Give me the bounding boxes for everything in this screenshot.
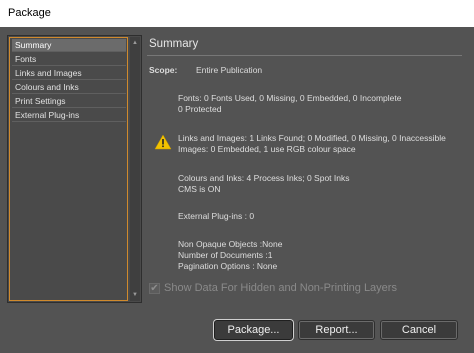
number-of-documents: Number of Documents :1 <box>178 250 273 260</box>
scroll-down-icon[interactable]: ▼ <box>131 291 139 299</box>
colours-summary-line2: CMS is ON <box>178 184 221 194</box>
show-hidden-layers-checkbox[interactable]: ✔ <box>149 283 160 294</box>
non-opaque-objects: Non Opaque Objects :None <box>178 239 283 249</box>
scroll-up-icon[interactable]: ▲ <box>131 39 139 47</box>
category-list-panel: Summary Fonts Links and Images Colours a… <box>7 35 142 303</box>
plugins-summary: External Plug-ins : 0 <box>178 211 255 221</box>
sidebar-item-print-settings[interactable]: Print Settings <box>12 95 126 108</box>
sidebar-item-links-and-images[interactable]: Links and Images <box>12 67 126 80</box>
pagination-options: Pagination Options : None <box>178 261 278 271</box>
scope-value: Entire Publication <box>196 65 263 75</box>
report-button[interactable]: Report... <box>298 320 375 340</box>
window-title: Package <box>8 7 51 19</box>
fonts-summary-line1: Fonts: 0 Fonts Used, 0 Missing, 0 Embedd… <box>178 93 402 103</box>
list-scrollbar[interactable]: ▲ ▼ <box>130 37 140 301</box>
heading-divider <box>147 55 462 56</box>
scope-label: Scope: <box>149 65 178 75</box>
colours-summary-line1: Colours and Inks: 4 Process Inks; 0 Spot… <box>178 173 350 183</box>
show-hidden-layers-label[interactable]: Show Data For Hidden and Non-Printing La… <box>164 282 397 294</box>
sidebar-item-fonts[interactable]: Fonts <box>12 53 126 66</box>
package-button[interactable]: Package... <box>214 320 293 340</box>
sidebar-item-external-plugins[interactable]: External Plug-ins <box>12 109 126 122</box>
cancel-button[interactable]: Cancel <box>380 320 458 340</box>
title-bar: Package <box>0 0 474 27</box>
category-list[interactable]: Summary Fonts Links and Images Colours a… <box>9 37 128 301</box>
links-summary-line1: Links and Images: 1 Links Found; 0 Modif… <box>178 133 446 143</box>
warning-triangle-icon <box>154 134 172 150</box>
fonts-summary-line2: 0 Protected <box>178 104 222 114</box>
sidebar-item-summary[interactable]: Summary <box>12 39 126 52</box>
section-heading: Summary <box>149 38 199 50</box>
sidebar-item-colours-and-inks[interactable]: Colours and Inks <box>12 81 126 94</box>
links-summary-line2: Images: 0 Embedded, 1 use RGB colour spa… <box>178 144 356 154</box>
